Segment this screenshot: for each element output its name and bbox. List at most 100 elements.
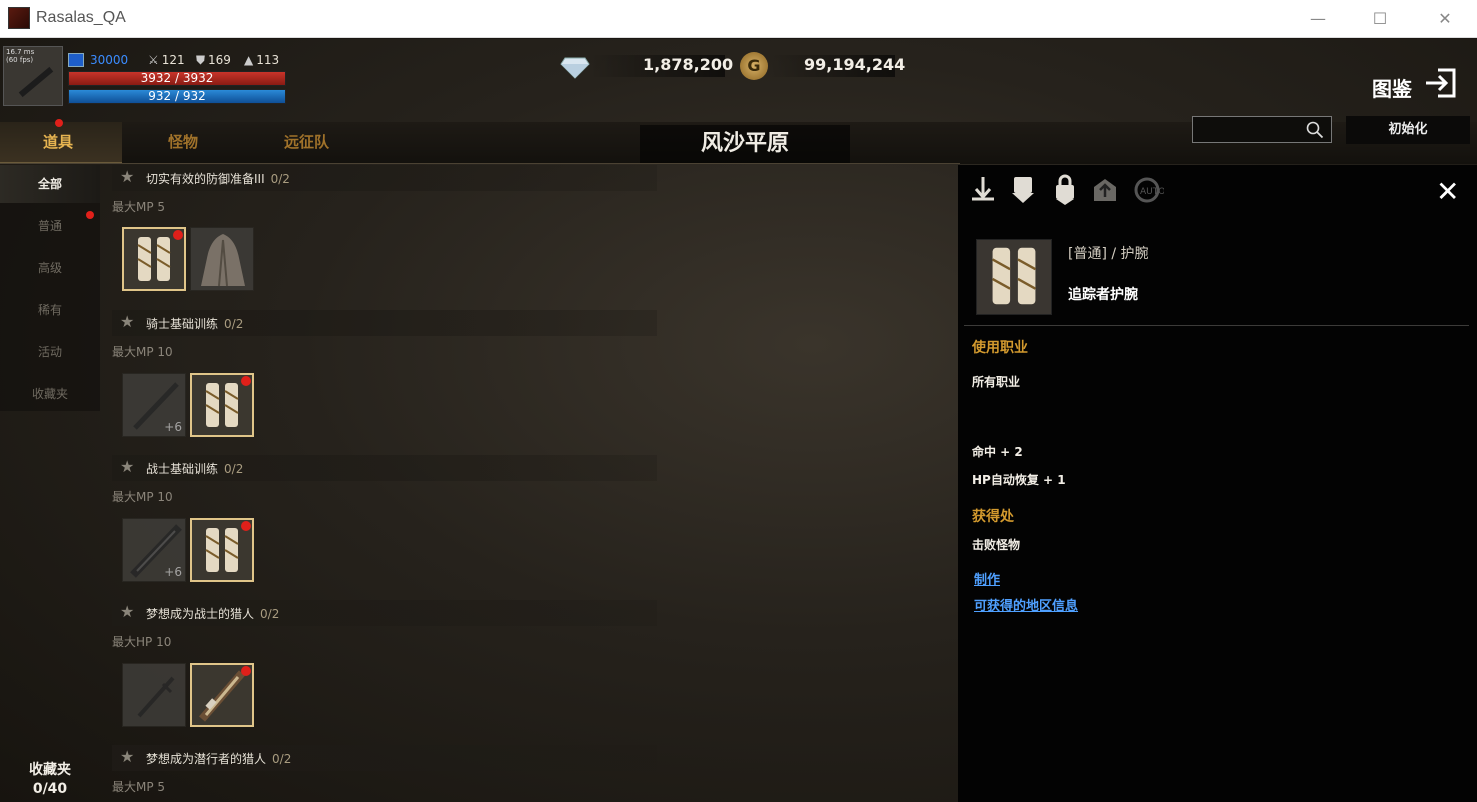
item-slot-bracer[interactable] bbox=[190, 373, 254, 437]
collection-effect: 最大MP 5 bbox=[112, 200, 166, 214]
category-all[interactable]: 全部 bbox=[0, 165, 100, 203]
app-icon bbox=[8, 7, 30, 29]
auto-icon[interactable]: AUTO bbox=[1130, 173, 1164, 207]
boot-icon: ▲ bbox=[244, 53, 254, 67]
item-slot-greatsword[interactable]: +6 bbox=[122, 518, 186, 582]
category-normal[interactable]: 普通 bbox=[0, 207, 100, 245]
new-badge bbox=[241, 376, 251, 386]
item-rarity-type: [普通] / 护腕 bbox=[1068, 246, 1149, 262]
cloak-icon bbox=[201, 234, 245, 287]
collection-effect: 最大MP 10 bbox=[112, 345, 173, 359]
enhance-level: +6 bbox=[164, 565, 182, 579]
usable-class-title: 使用职业 bbox=[972, 340, 1028, 356]
bracer-icon bbox=[991, 247, 1037, 305]
speed-stat: ▲ 113 bbox=[244, 53, 279, 67]
new-badge bbox=[241, 666, 251, 676]
dismantle-icon[interactable] bbox=[966, 173, 1000, 207]
game-viewport: 16.7 ms (60 fps) 30000 ⚔ 121 ⛊ 169 ▲ 113 39… bbox=[0, 39, 1477, 802]
tab-monsters[interactable]: 怪物 bbox=[168, 131, 198, 152]
attack-stat: ⚔ 121 bbox=[148, 53, 185, 67]
collection-name: 切实有效的防御准备III 0/2 bbox=[146, 170, 290, 187]
collection-title: 骑士基础训练 bbox=[146, 317, 219, 331]
dagger-icon bbox=[137, 676, 175, 718]
region-title: 风沙平原 bbox=[640, 125, 850, 163]
region-info-link[interactable]: 可获得的地区信息 bbox=[974, 595, 1078, 614]
collection-name: 骑士基础训练 0/2 bbox=[146, 315, 243, 332]
source-title: 获得处 bbox=[972, 509, 1014, 525]
mp-bar: 932 / 932 bbox=[68, 89, 286, 104]
close-panel-icon[interactable]: ✕ bbox=[1436, 175, 1459, 208]
collection-title: 梦想成为战士的猎人 bbox=[146, 607, 255, 621]
collection-title: 梦想成为潜行者的猎人 bbox=[146, 752, 267, 766]
tab-expedition[interactable]: 远征队 bbox=[284, 131, 329, 152]
store-icon[interactable] bbox=[1006, 173, 1040, 207]
svg-text:AUTO: AUTO bbox=[1140, 187, 1164, 197]
star-icon[interactable]: ★ bbox=[120, 457, 134, 476]
diamond-icon bbox=[560, 57, 590, 79]
collection-effect: 最大MP 10 bbox=[112, 490, 173, 504]
collection-progress: 0/2 bbox=[224, 317, 244, 331]
new-badge bbox=[173, 230, 183, 240]
window-title: Rasalas_QA bbox=[36, 9, 126, 26]
swords-icon: ⚔ bbox=[148, 53, 159, 67]
source-value: 击败怪物 bbox=[972, 538, 1021, 552]
lock-icon[interactable] bbox=[1048, 173, 1082, 207]
upgrade-icon[interactable] bbox=[1088, 173, 1122, 207]
category-rare[interactable]: 稀有 bbox=[0, 291, 100, 329]
character-portrait[interactable]: 16.7 ms (60 fps) bbox=[3, 46, 63, 106]
item-slot-bracer[interactable] bbox=[190, 518, 254, 582]
category-sidebar: 全部 普通 高级 稀有 活动 收藏夹 bbox=[0, 165, 100, 411]
defense-value: 169 bbox=[208, 53, 231, 67]
star-icon[interactable]: ★ bbox=[120, 312, 134, 331]
favorites-label: 收藏夹 bbox=[29, 762, 71, 778]
selected-item-slot bbox=[976, 239, 1052, 315]
collection-name: 梦想成为战士的猎人 0/2 bbox=[146, 605, 279, 622]
gold-coin-icon: G bbox=[740, 52, 768, 80]
item-slot-bracer[interactable] bbox=[122, 227, 186, 291]
collection-effect: 最大MP 5 bbox=[112, 780, 166, 794]
mana-total: 30000 bbox=[90, 53, 129, 67]
collection-name: 梦想成为潜行者的猎人 0/2 bbox=[146, 750, 291, 767]
item-slot-cloak[interactable] bbox=[190, 227, 254, 291]
star-icon[interactable]: ★ bbox=[120, 167, 134, 186]
tab-divider bbox=[0, 163, 960, 164]
item-slot-quiver[interactable] bbox=[190, 663, 254, 727]
item-detail-panel: AUTO ✕ [普通] / 护腕 追踪者护腕 使用职业 所有职业 命中 + 2 … bbox=[958, 165, 1477, 802]
craft-link[interactable]: 制作 bbox=[974, 569, 1000, 588]
item-slot-dagger[interactable] bbox=[122, 663, 186, 727]
stat-hp-regen: HP自动恢复 + 1 bbox=[972, 473, 1066, 487]
gold-amount: 99,194,244 bbox=[804, 55, 906, 74]
collection-title: 战士基础训练 bbox=[146, 462, 219, 476]
star-icon[interactable]: ★ bbox=[120, 602, 134, 621]
collection-progress: 0/2 bbox=[260, 607, 280, 621]
item-slot-sword[interactable]: +6 bbox=[122, 373, 186, 437]
mana-crystal-icon bbox=[68, 53, 84, 67]
defense-stat: ⛊ 169 bbox=[196, 53, 231, 68]
tab-items[interactable]: 道具 bbox=[43, 131, 73, 152]
collection-progress: 0/2 bbox=[270, 172, 290, 186]
collection-progress: 0/2 bbox=[224, 462, 244, 476]
window-titlebar: Rasalas_QA — ☐ ✕ bbox=[0, 0, 1477, 38]
collection-name: 战士基础训练 0/2 bbox=[146, 460, 243, 477]
divider bbox=[964, 325, 1469, 326]
minimize-button[interactable]: — bbox=[1298, 6, 1338, 32]
reset-button[interactable]: 初始化 bbox=[1346, 116, 1470, 144]
stat-accuracy: 命中 + 2 bbox=[972, 445, 1023, 459]
category-advanced[interactable]: 高级 bbox=[0, 249, 100, 287]
close-window-button[interactable]: ✕ bbox=[1425, 6, 1465, 32]
exit-icon[interactable] bbox=[1424, 66, 1458, 100]
gem-amount: 1,878,200 bbox=[643, 55, 734, 74]
usable-class-value: 所有职业 bbox=[972, 375, 1021, 389]
favorites-count: 0/40 bbox=[32, 781, 68, 797]
shield-icon: ⛊ bbox=[196, 53, 206, 67]
star-icon[interactable]: ★ bbox=[120, 747, 134, 766]
maximize-button[interactable]: ☐ bbox=[1360, 6, 1400, 32]
notification-dot bbox=[86, 211, 94, 219]
category-event[interactable]: 活动 bbox=[0, 333, 100, 371]
notification-dot bbox=[55, 119, 63, 127]
weapon-icon bbox=[18, 66, 54, 98]
attack-value: 121 bbox=[161, 53, 185, 67]
category-favorites[interactable]: 收藏夹 bbox=[0, 375, 100, 413]
collection-progress: 0/2 bbox=[272, 752, 292, 766]
search-icon[interactable] bbox=[1306, 121, 1324, 139]
